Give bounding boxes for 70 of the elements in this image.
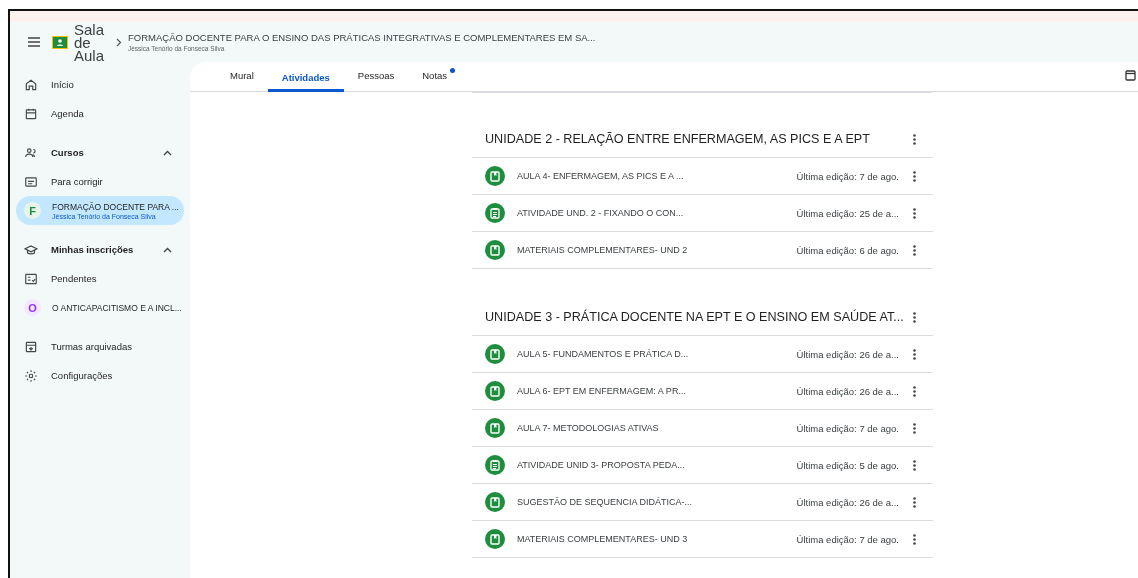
- section-label: Cursos: [51, 147, 85, 158]
- tab[interactable]: Notas: [408, 62, 462, 92]
- sidebar-item[interactable]: Início: [10, 70, 184, 99]
- tab[interactable]: Mural: [216, 62, 268, 92]
- book-icon: [485, 166, 505, 186]
- course-title: FORMAÇÃO DOCENTE PARA O ENSINO DAS PRÁTICAS INTEGRATIVAS E COMPLEMENTARES EM SA...: [128, 32, 596, 43]
- sidebar-item[interactable]: Para corrigir: [10, 167, 184, 196]
- book-icon: [485, 492, 505, 512]
- edited-date: Última edição: 26 de a...: [796, 496, 899, 508]
- topic-title: UNIDADE 2 - RELAÇÃO ENTRE ENFERMAGEM, AS PICS E A EPT: [485, 132, 870, 146]
- classroom-logo-icon: [52, 35, 68, 49]
- graduation-cap-icon: [24, 242, 38, 257]
- chevron-right-icon: [116, 37, 122, 47]
- home-icon: [24, 77, 38, 92]
- edited-date: Última edição: 26 de a...: [796, 348, 899, 360]
- calendar-icon: [24, 106, 38, 121]
- edited-date: Última edição: 7 de ago.: [796, 422, 899, 434]
- classwork-item[interactable]: AULA 7- METODOLOGIAS ATIVAS Última edição: 7 de ago.: [472, 409, 933, 446]
- sidebar-item[interactable]: Agenda: [10, 99, 184, 128]
- people-icon: [24, 145, 38, 160]
- sidebar-item[interactable]: Pendentes: [10, 264, 184, 293]
- book-icon: [485, 529, 505, 549]
- item-title: ATIVIDADE UND. 2 - FIXANDO O CON...: [517, 208, 685, 218]
- tab[interactable]: Pessoas: [343, 62, 409, 92]
- book-icon: [485, 240, 505, 260]
- item-title: SUGESTÃO DE SEQUENCIA DIDÁTICA-...: [517, 497, 694, 507]
- clipboard-icon: [485, 455, 505, 475]
- item-title: AULA 6- EPT EM ENFERMAGEM: A PR...: [517, 386, 687, 396]
- classwork-item[interactable]: ATIVIDADE UND. 2 - FIXANDO O CON... Última edição: 25 de a...: [472, 194, 933, 231]
- tab[interactable]: Atividades: [267, 62, 344, 92]
- collapse-icon[interactable]: [163, 246, 172, 253]
- edited-date: Última edição: 7 de ago.: [796, 170, 899, 182]
- classwork-item[interactable]: SUGESTÃO DE SEQUENCIA DIDÁTICA-... Última edição: 26 de a...: [472, 483, 933, 520]
- edited-date: Última edição: 25 de a...: [796, 207, 899, 219]
- sidebar-item[interactable]: Turmas arquivadas: [10, 332, 184, 361]
- course-item[interactable]: O O ANTICAPACITISMO E A INCL...: [10, 293, 184, 322]
- classwork-item[interactable]: MATERIAIS COMPLEMENTARES- UND 2 Última edição: 6 de ago.: [472, 231, 933, 268]
- book-icon: [485, 418, 505, 438]
- edited-date: Última edição: 26 de a...: [796, 385, 899, 397]
- checklist-icon: [24, 271, 38, 286]
- course-name: O ANTICAPACITISMO E A INCL...: [52, 302, 182, 313]
- clipboard-icon: [485, 203, 505, 223]
- edited-date: Última edição: 7 de ago.: [796, 533, 899, 545]
- course-avatar: F: [24, 202, 41, 219]
- item-title: AULA 4- ENFERMAGEM, AS PICS E A ...: [517, 171, 685, 181]
- classwork-item[interactable]: MATERIAIS COMPLEMENTARES- UND 3 Última edição: 7 de ago.: [472, 520, 933, 557]
- calendar-icon[interactable]: [1125, 69, 1136, 81]
- item-title: AULA 7- METODOLOGIAS ATIVAS: [517, 423, 660, 433]
- item-title: MATERIAIS COMPLEMENTARES- UND 2: [517, 245, 689, 255]
- classwork-item[interactable]: AULA 5- FUNDAMENTOS E PRÁTICA D... Última edição: 26 de a...: [472, 335, 933, 372]
- item-title: AULA 5- FUNDAMENTOS E PRÁTICA D...: [517, 349, 690, 359]
- item-title: ATIVIDADE UNID 3- PROPOSTA PEDA...: [517, 460, 686, 470]
- archive-icon: [24, 339, 38, 354]
- edited-date: Última edição: 5 de ago.: [796, 459, 899, 471]
- folder-icon: [24, 174, 38, 189]
- classwork-item[interactable]: AULA 4- ENFERMAGEM, AS PICS E A ... Última edição: 7 de ago.: [472, 157, 933, 194]
- course-avatar: O: [24, 299, 41, 316]
- book-icon: [485, 381, 505, 401]
- settings-icon: [24, 368, 38, 383]
- edited-date: Última edição: 6 de ago.: [796, 244, 899, 256]
- course-name: FORMAÇÃO DOCENTE PARA ...: [52, 201, 179, 212]
- book-icon: [485, 344, 505, 364]
- app-name[interactable]: Sala de Aula: [74, 22, 108, 62]
- classwork-item[interactable]: AULA 6- EPT EM ENFERMAGEM: A PR... Última edição: 26 de a...: [472, 372, 933, 409]
- sidebar-item[interactable]: Configurações: [10, 361, 184, 390]
- classwork-item[interactable]: ATIVIDADE UNID 3- PROPOSTA PEDA... Última edição: 5 de ago.: [472, 446, 933, 483]
- item-title: MATERIAIS COMPLEMENTARES- UND 3: [517, 534, 689, 544]
- collapse-icon[interactable]: [163, 149, 172, 156]
- section-label: Minhas inscrições: [51, 244, 135, 255]
- topic-title: UNIDADE 3 - PRÁTICA DOCENTE NA EPT E O ENSINO EM SAÚDE AT...: [485, 310, 904, 324]
